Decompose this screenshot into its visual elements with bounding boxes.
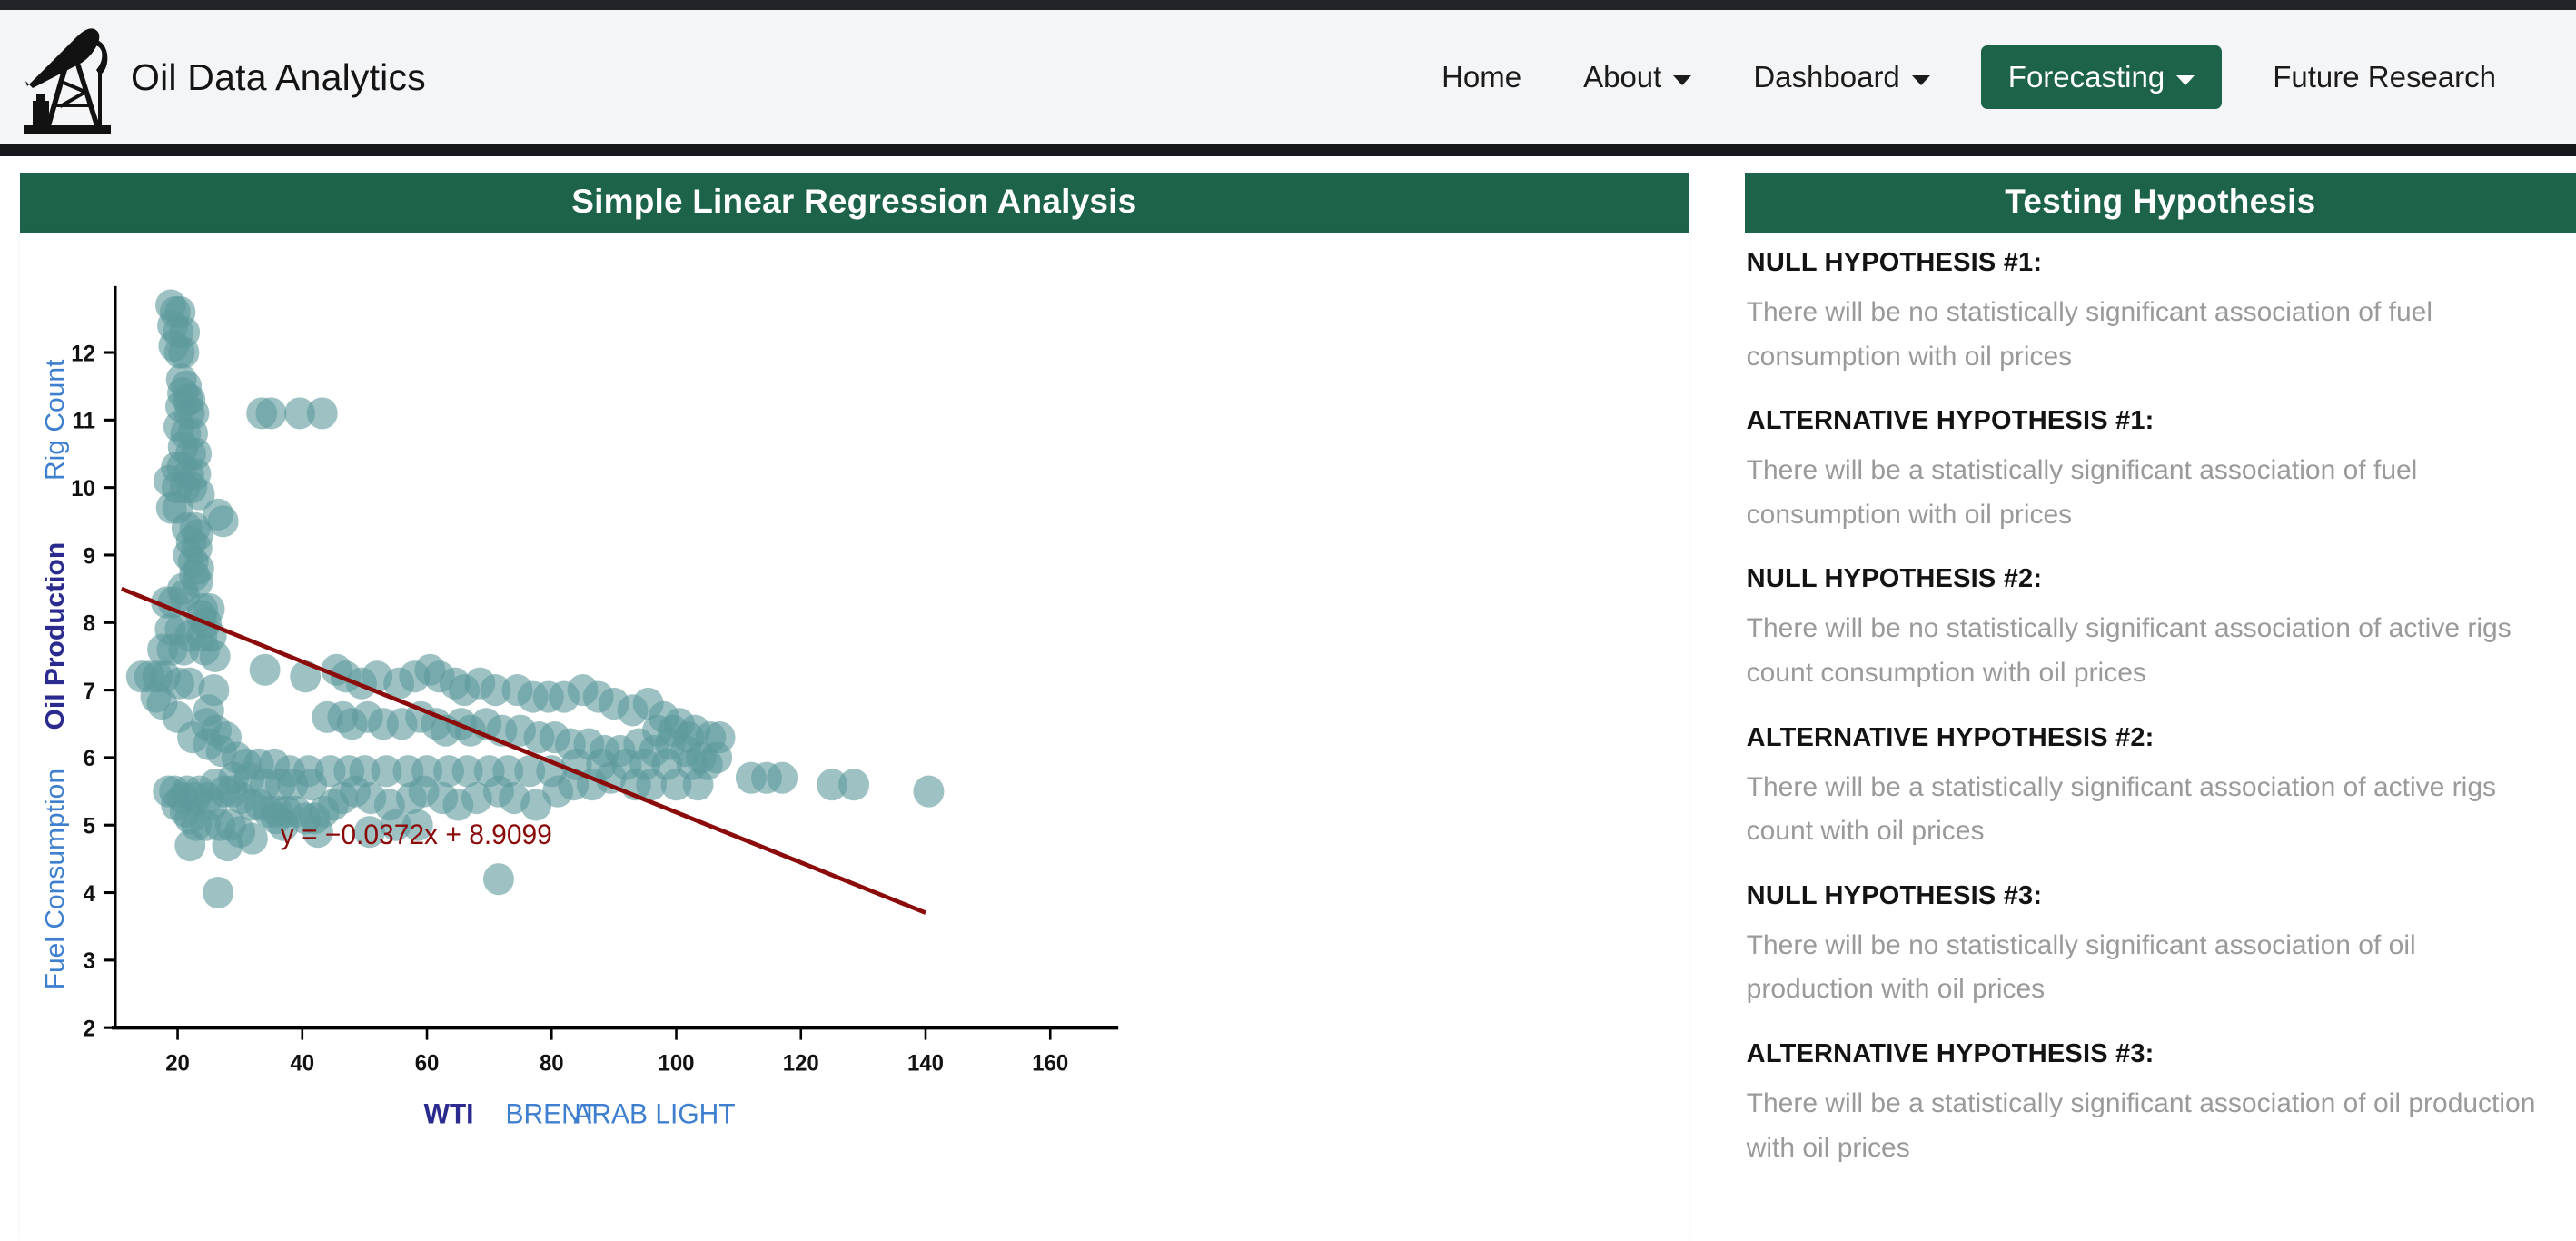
hypothesis-text: There will be a statistically significan…	[1747, 449, 2546, 537]
regression-chart-card: 2 3 4 5 6 7 8 9 10 11 12 20 40 60 80 100 120 140 160 y = −0…	[20, 233, 1689, 1241]
nav-item-future-research[interactable]: Future Research	[2242, 47, 2527, 107]
nav-links: Home About Dashboard Forecasting Future …	[1411, 45, 2527, 109]
scatter-point	[683, 769, 714, 800]
y-tick-label: 8	[84, 611, 95, 636]
chevron-down-icon	[1912, 75, 1930, 85]
scatter-point	[212, 829, 243, 861]
nav-item-label: About	[1583, 60, 1661, 94]
scatter-point	[255, 397, 286, 429]
x-tick-label: 120	[783, 1051, 819, 1076]
regression-scatter-chart[interactable]: 2 3 4 5 6 7 8 9 10 11 12 20 40 60 80 100 120 140 160 y = −0…	[20, 233, 1689, 1241]
y-axis-series-label: Oil Production	[40, 542, 69, 730]
y-axis-series-label: Rig Count	[40, 360, 69, 481]
x-tick-label: 140	[907, 1051, 944, 1076]
hypothesis-item: NULL HYPOTHESIS #3: There will be no sta…	[1747, 881, 2572, 1012]
hypothesis-item: ALTERNATIVE HYPOTHESIS #1: There will be…	[1747, 406, 2572, 537]
nav-item-home[interactable]: Home	[1411, 47, 1552, 107]
scatter-point	[200, 640, 231, 672]
hypothesis-title: ALTERNATIVE HYPOTHESIS #2:	[1747, 723, 2572, 753]
x-axis-series-label: WTI	[424, 1098, 474, 1130]
x-axis-series-label: ARAB LIGHT	[573, 1098, 735, 1130]
y-tick-label: 6	[84, 747, 95, 771]
y-tick-label: 4	[84, 881, 96, 906]
y-tick-label: 10	[71, 477, 95, 501]
hypothesis-item: NULL HYPOTHESIS #2: There will be no sta…	[1747, 564, 2572, 695]
scatter-point	[193, 694, 224, 726]
scatter-point	[913, 775, 944, 807]
hypothesis-panel: Testing Hypothesis NULL HYPOTHESIS #1: T…	[1745, 173, 2576, 1241]
scatter-point	[174, 829, 205, 861]
regression-panel-header: Simple Linear Regression Analysis	[20, 173, 1689, 233]
scatter-point	[838, 769, 869, 800]
y-tick-label: 2	[84, 1017, 95, 1041]
y-tick-label: 7	[84, 680, 95, 704]
hypothesis-title: NULL HYPOTHESIS #3:	[1747, 881, 2572, 911]
hypothesis-panel-header: Testing Hypothesis	[1745, 173, 2576, 233]
scatter-points	[126, 289, 945, 908]
navbar-top-rule	[0, 0, 2576, 10]
chevron-down-icon	[1673, 75, 1691, 85]
y-tick-label: 9	[84, 544, 95, 569]
x-tick-label: 40	[290, 1051, 314, 1076]
hypothesis-text: There will be a statistically significan…	[1747, 1082, 2546, 1170]
hypothesis-list: NULL HYPOTHESIS #1: There will be no sta…	[1745, 233, 2576, 1197]
hypothesis-item: ALTERNATIVE HYPOTHESIS #2: There will be…	[1747, 723, 2572, 854]
regression-equation-label: y = −0.0372x + 8.9099	[281, 819, 552, 851]
scatter-point	[767, 762, 798, 794]
x-tick-label: 160	[1032, 1051, 1068, 1076]
chevron-down-icon	[2176, 75, 2195, 85]
hypothesis-title: NULL HYPOTHESIS #1:	[1747, 248, 2572, 278]
x-tick-label: 60	[415, 1051, 440, 1076]
scatter-point	[163, 701, 193, 733]
y-tick-label: 3	[84, 949, 95, 974]
x-tick-label: 20	[165, 1051, 190, 1076]
hypothesis-text: There will be no statistically significa…	[1747, 607, 2546, 695]
nav-item-label: Forecasting	[2008, 60, 2165, 94]
hypothesis-item: NULL HYPOTHESIS #1: There will be no sta…	[1747, 248, 2572, 379]
nav-item-dashboard[interactable]: Dashboard	[1722, 47, 1960, 107]
x-tick-label: 100	[659, 1051, 695, 1076]
hypothesis-title: ALTERNATIVE HYPOTHESIS #1:	[1747, 406, 2572, 436]
hypothesis-item: ALTERNATIVE HYPOTHESIS #3: There will be…	[1747, 1039, 2572, 1170]
navbar-bottom-rule	[0, 144, 2576, 156]
main-navbar: Oil Data Analytics Home About Dashboard …	[0, 10, 2576, 144]
scatter-point	[296, 769, 327, 800]
hypothesis-title: NULL HYPOTHESIS #2:	[1747, 564, 2572, 594]
y-tick-label: 12	[71, 342, 95, 366]
y-axis-series-label: Fuel Consumption	[40, 769, 69, 989]
brand-link[interactable]: Oil Data Analytics	[20, 17, 426, 137]
hypothesis-text: There will be no statistically significa…	[1747, 924, 2546, 1012]
scatter-point	[673, 721, 704, 753]
scatter-point	[168, 336, 199, 368]
scatter-point	[203, 877, 233, 908]
scatter-point	[250, 654, 281, 686]
scatter-point	[307, 397, 338, 429]
nav-item-label: Future Research	[2273, 60, 2496, 94]
nav-item-label: Dashboard	[1753, 60, 1899, 94]
page-body: Simple Linear Regression Analysis 2 3 4 5 6 7…	[0, 156, 2576, 1241]
y-tick-label: 5	[84, 814, 95, 839]
y-tick-label: 11	[73, 409, 95, 433]
hypothesis-title: ALTERNATIVE HYPOTHESIS #3:	[1747, 1039, 2572, 1069]
nav-item-label: Home	[1442, 60, 1521, 94]
oil-pumpjack-icon	[20, 17, 114, 137]
nav-item-about[interactable]: About	[1552, 47, 1722, 107]
brand-title: Oil Data Analytics	[131, 56, 426, 99]
hypothesis-text: There will be no statistically significa…	[1747, 291, 2546, 379]
nav-item-forecasting[interactable]: Forecasting	[1981, 45, 2222, 109]
regression-panel: Simple Linear Regression Analysis 2 3 4 5 6 7…	[20, 173, 1689, 1241]
x-tick-label: 80	[540, 1051, 564, 1076]
hypothesis-text: There will be a statistically significan…	[1747, 766, 2546, 854]
scatter-point	[483, 863, 514, 895]
